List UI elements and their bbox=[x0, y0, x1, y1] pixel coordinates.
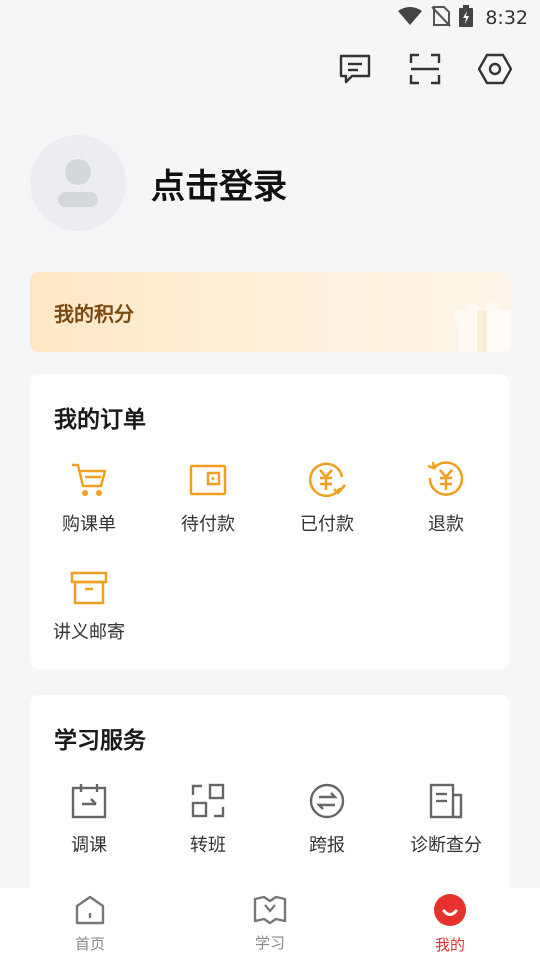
service-item-label: 调课 bbox=[71, 835, 107, 856]
order-item-label: 待付款 bbox=[181, 514, 235, 535]
orders-title: 我的订单 bbox=[54, 407, 146, 433]
order-item-mail[interactable]: 讲义邮寄 bbox=[30, 568, 148, 644]
order-item-label: 购课单 bbox=[62, 514, 116, 535]
service-item-reschedule[interactable]: 调课 bbox=[30, 781, 148, 857]
service-item-transfer[interactable]: 转班 bbox=[149, 781, 267, 857]
order-item-unpaid[interactable]: 待付款 bbox=[149, 460, 267, 536]
message-icon[interactable] bbox=[338, 52, 372, 86]
order-item-paid[interactable]: 已付款 bbox=[268, 460, 386, 536]
avatar[interactable] bbox=[30, 135, 126, 231]
profile-section[interactable]: 点击登录 bbox=[30, 135, 287, 231]
book-icon bbox=[253, 895, 287, 929]
order-item-label: 退款 bbox=[428, 514, 464, 535]
points-card[interactable]: 我的积分 bbox=[30, 272, 511, 352]
orders-card: 我的订单 购课单 待付款 已付款 退款 讲义邮寄 bbox=[30, 374, 509, 669]
calendar-icon bbox=[69, 781, 109, 821]
service-item-label: 转班 bbox=[190, 835, 226, 856]
order-item-label: 讲义邮寄 bbox=[53, 622, 125, 643]
box-icon bbox=[69, 568, 109, 608]
tab-label: 学习 bbox=[254, 934, 285, 952]
services-title: 学习服务 bbox=[54, 728, 146, 754]
service-item-diagnosis[interactable]: 诊断查分 bbox=[387, 781, 505, 857]
mine-icon bbox=[433, 893, 467, 931]
paid-icon bbox=[307, 460, 347, 500]
refund-icon bbox=[426, 460, 466, 500]
settings-icon[interactable] bbox=[478, 52, 512, 86]
status-time: 8:32 bbox=[485, 7, 528, 29]
battery-icon bbox=[459, 5, 474, 31]
service-item-cross-enroll[interactable]: 跨报 bbox=[268, 781, 386, 857]
tab-label: 首页 bbox=[74, 935, 105, 953]
login-link[interactable]: 点击登录 bbox=[151, 159, 287, 208]
order-item-label: 已付款 bbox=[300, 514, 354, 535]
bottom-tab-bar: 首页 学习 我的 bbox=[0, 888, 540, 960]
tab-study[interactable]: 学习 bbox=[180, 888, 360, 960]
tab-label: 我的 bbox=[434, 936, 465, 954]
transfer-icon bbox=[188, 781, 228, 821]
top-actions bbox=[338, 52, 512, 86]
points-label: 我的积分 bbox=[54, 301, 134, 326]
gift-icon bbox=[451, 294, 511, 352]
exchange-icon bbox=[307, 781, 347, 821]
service-item-label: 诊断查分 bbox=[410, 835, 482, 856]
tab-home[interactable]: 首页 bbox=[0, 888, 180, 960]
wallet-icon bbox=[188, 460, 228, 500]
cart-icon bbox=[69, 460, 109, 500]
tab-mine[interactable]: 我的 bbox=[360, 888, 540, 960]
status-bar: 8:32 bbox=[0, 0, 540, 36]
order-item-cart[interactable]: 购课单 bbox=[30, 460, 148, 536]
service-item-label: 跨报 bbox=[309, 835, 345, 856]
scan-icon[interactable] bbox=[408, 52, 442, 86]
no-sim-icon bbox=[431, 5, 452, 31]
home-icon bbox=[74, 894, 106, 930]
report-icon bbox=[426, 781, 466, 821]
wifi-icon bbox=[397, 6, 423, 30]
order-item-refund[interactable]: 退款 bbox=[387, 460, 505, 536]
